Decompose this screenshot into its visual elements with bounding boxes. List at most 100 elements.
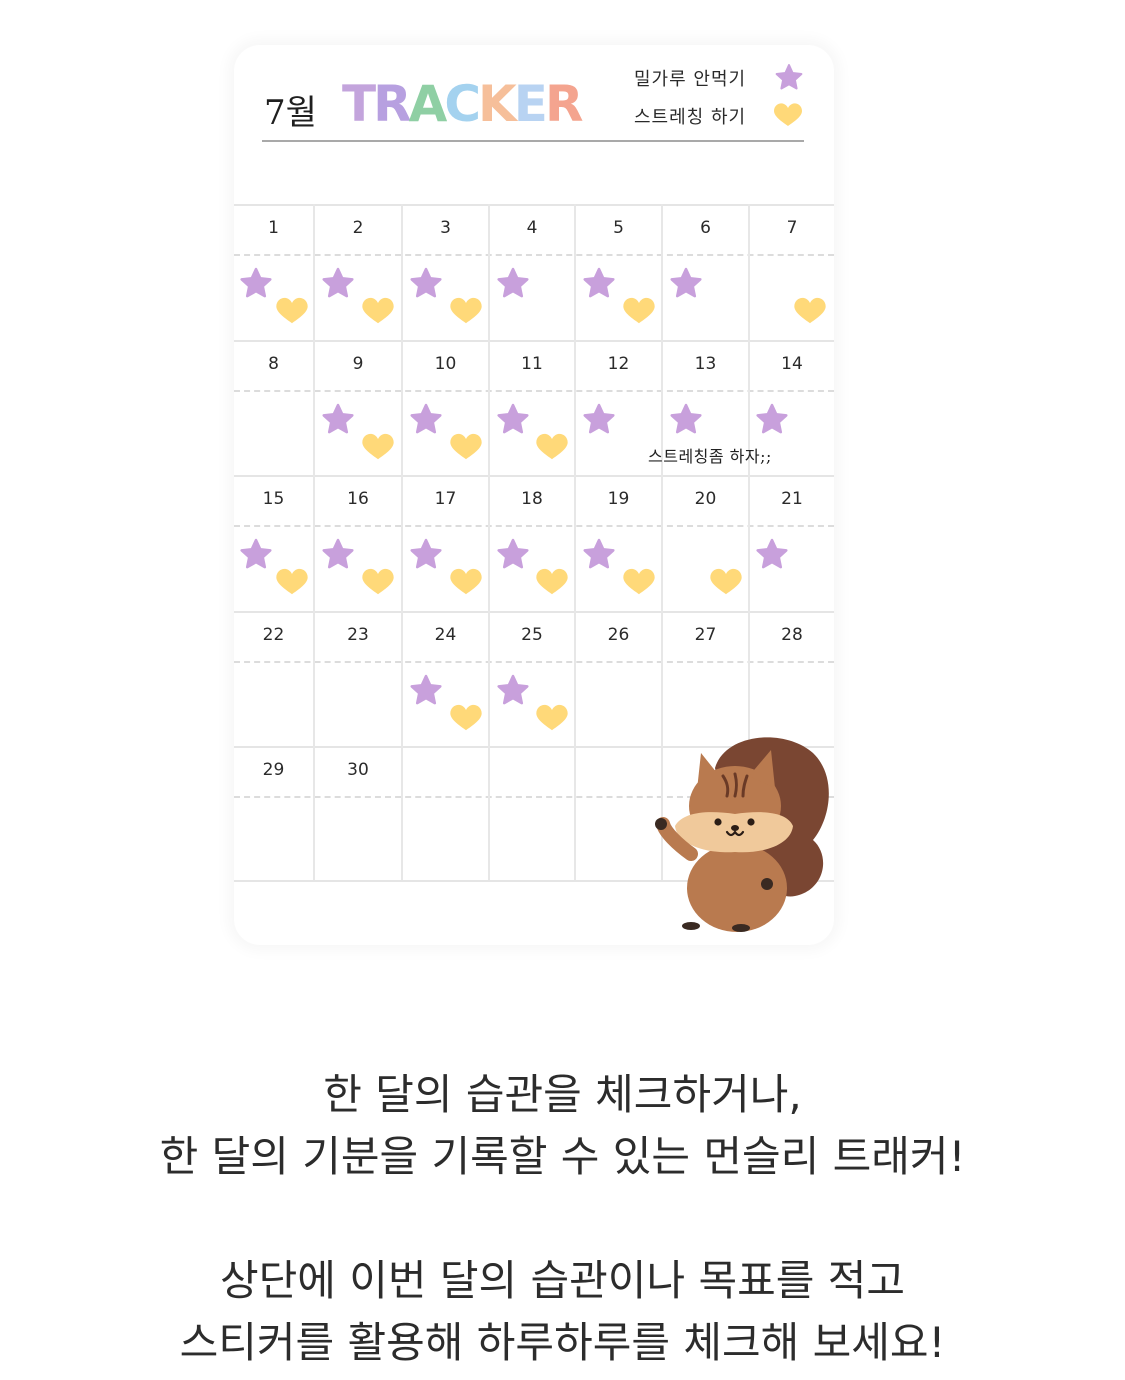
caption-line-3: 상단에 이번 달의 습관이나 목표를 적고 [220,1256,905,1305]
day-cell[interactable]: 29 [234,746,315,882]
day-number: 13 [694,353,717,374]
heart-sticker [709,569,742,595]
day-number: 12 [607,353,630,374]
day-number: 27 [694,624,717,645]
star-sticker [670,267,702,298]
star-sticker [756,538,789,569]
squirrel-body [687,844,787,932]
title-letter: E [513,75,548,133]
day-number: 17 [434,489,457,510]
day-number: 8 [268,353,279,374]
day-cell[interactable]: 17 [403,475,490,611]
caption-line-4: 스티커를 활용해 하루하루를 체크해 보세요! [179,1318,946,1367]
day-cell[interactable]: 2 [315,204,403,340]
heart-sticker [622,297,655,324]
day-cell[interactable]: 28 [750,611,834,747]
legend-star-text: 밀가루 안먹기 [634,69,747,90]
tracker-card: 7월 TRACKER 밀가루 안먹기 스트레칭 하기 1 2 3 4 5 6 7 8 9 10 11… [234,45,834,945]
day-number: 24 [434,624,457,645]
title-letter: R [373,75,411,133]
day-number: 18 [521,489,543,510]
day-cell[interactable]: 1 [234,204,315,340]
star-sticker [410,538,442,569]
heart-sticker [536,569,568,595]
star-sticker [583,267,615,298]
day-cell[interactable]: 9 [315,339,403,476]
day-number: 3 [440,218,451,238]
day-cell[interactable]: 15 [234,475,315,611]
day-number: 7 [786,218,798,238]
star-sticker [240,267,272,298]
caption-line-1: 한 달의 습관을 체크하거나, [323,1070,802,1119]
heart-sticker [622,569,655,595]
day-cell[interactable] [576,746,663,882]
day-cell[interactable] [403,746,490,882]
heart-icon [772,101,804,131]
star-sticker [410,267,442,298]
day-cell[interactable]: 30 [315,746,403,882]
day-cell[interactable]: 27 [663,610,750,747]
star-sticker [497,538,529,569]
day-cell[interactable]: 11 [490,339,576,476]
day-cell[interactable]: 24 [403,610,490,747]
star-sticker [322,267,354,298]
heart-sticker [794,297,827,324]
heart-sticker [362,433,395,459]
day-cell[interactable]: 5 [576,204,663,340]
legend-heart-row: 스트레칭 하기 [634,101,804,131]
title-letter: R [544,75,583,133]
day-cell[interactable]: 20 [663,475,750,611]
day-cell[interactable]: 16 [315,475,403,611]
day-cell[interactable]: 22 [234,610,315,747]
star-sticker [410,674,442,705]
heart-sticker [536,704,568,730]
day-cell[interactable]: 3 [403,204,490,340]
day-cell[interactable]: 4 [490,204,576,340]
title-letter: T [342,75,376,133]
heart-sticker [276,569,308,595]
day-cell[interactable]: 18 [490,475,576,611]
star-sticker [410,403,442,433]
day-number: 4 [526,218,538,238]
day-cell[interactable]: 23 [315,610,403,747]
title-letter: C [444,75,481,133]
day-number: 1 [268,218,279,238]
day-cell[interactable]: 26 [576,610,663,747]
day-number: 10 [434,353,457,374]
squirrel-eye-left [714,818,722,826]
day-cell[interactable]: 25 [490,610,576,747]
header-divider [262,140,804,142]
star-sticker [497,674,529,705]
day-number: 14 [781,353,803,374]
day-cell[interactable] [490,746,576,882]
star-sticker [583,538,615,569]
star-sticker [322,538,354,569]
heart-sticker [362,297,395,324]
day-number: 19 [607,489,630,510]
handwritten-note: 스트레칭좀 하자;; [648,447,772,466]
day-number: 21 [781,489,803,510]
caption-line-2: 한 달의 기분을 기록할 수 있는 먼슬리 트래커! [159,1132,966,1181]
month-label: 7월 [264,93,317,133]
day-cell[interactable]: 19 [576,475,663,611]
day-number: 26 [607,624,630,645]
squirrel-hand [655,818,667,830]
squirrel-hand-right [761,878,773,890]
day-number: 28 [781,624,803,645]
heart-sticker [276,297,308,324]
day-number: 15 [262,489,285,510]
day-cell[interactable]: 7 [750,204,834,340]
star-sticker [583,403,615,433]
day-cell[interactable]: 6 [663,204,750,340]
day-cell[interactable]: 8 [234,339,315,476]
day-cell[interactable]: 21 [750,475,834,611]
day-number: 6 [700,218,711,238]
heart-sticker [362,569,395,595]
title-letter: K [478,75,517,133]
squirrel-eye-right [747,818,755,826]
squirrel-illustration [655,737,829,932]
star-sticker [240,538,272,569]
star-sticker [497,267,529,298]
day-cell[interactable]: 10 [403,339,490,476]
day-number: 9 [352,353,364,374]
